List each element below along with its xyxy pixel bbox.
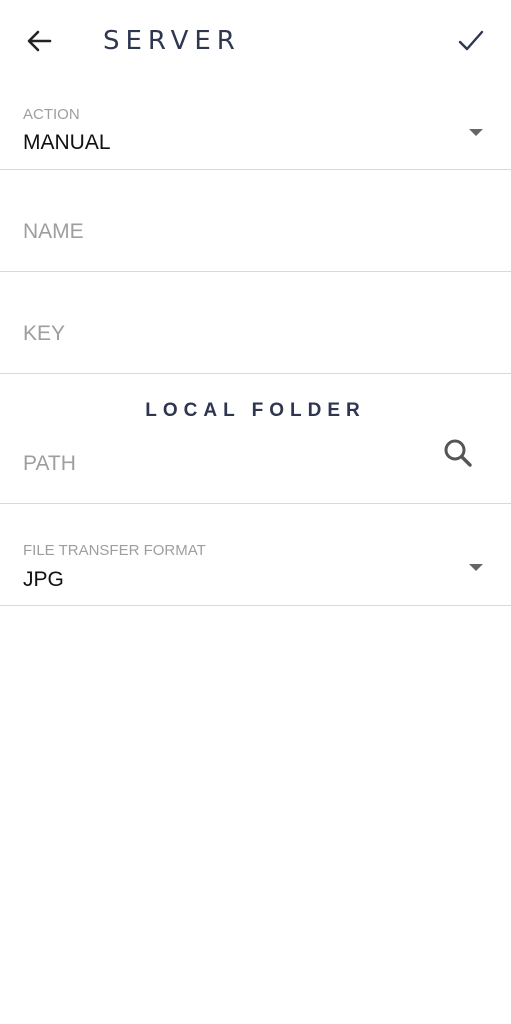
caret-down-icon[interactable] — [469, 564, 483, 571]
back-button[interactable] — [22, 24, 56, 58]
arrow-left-icon — [27, 30, 52, 52]
app-bar: SERVER — [0, 0, 511, 80]
local-folder-section-title: LOCAL FOLDER — [145, 400, 366, 421]
path-placeholder: PATH — [23, 452, 76, 475]
check-icon — [458, 30, 484, 51]
file-transfer-format-dropdown[interactable]: FILE TRANSFER FORMAT JPG — [0, 504, 511, 606]
path-search-button[interactable] — [441, 436, 475, 470]
action-value: MANUAL — [23, 131, 111, 154]
file-transfer-format-value: JPG — [23, 568, 64, 591]
confirm-button[interactable] — [454, 24, 488, 58]
page-title: SERVER — [103, 26, 241, 56]
name-field[interactable]: NAME — [0, 170, 511, 272]
key-field[interactable]: KEY — [0, 272, 511, 374]
key-placeholder: KEY — [23, 322, 66, 345]
action-label: ACTION — [23, 106, 80, 123]
search-icon — [444, 439, 472, 467]
name-placeholder: NAME — [23, 220, 84, 243]
caret-down-icon[interactable] — [469, 129, 483, 136]
path-field[interactable]: PATH — [0, 374, 511, 504]
file-transfer-format-label: FILE TRANSFER FORMAT — [23, 542, 206, 559]
action-dropdown[interactable]: ACTION MANUAL — [0, 90, 511, 170]
